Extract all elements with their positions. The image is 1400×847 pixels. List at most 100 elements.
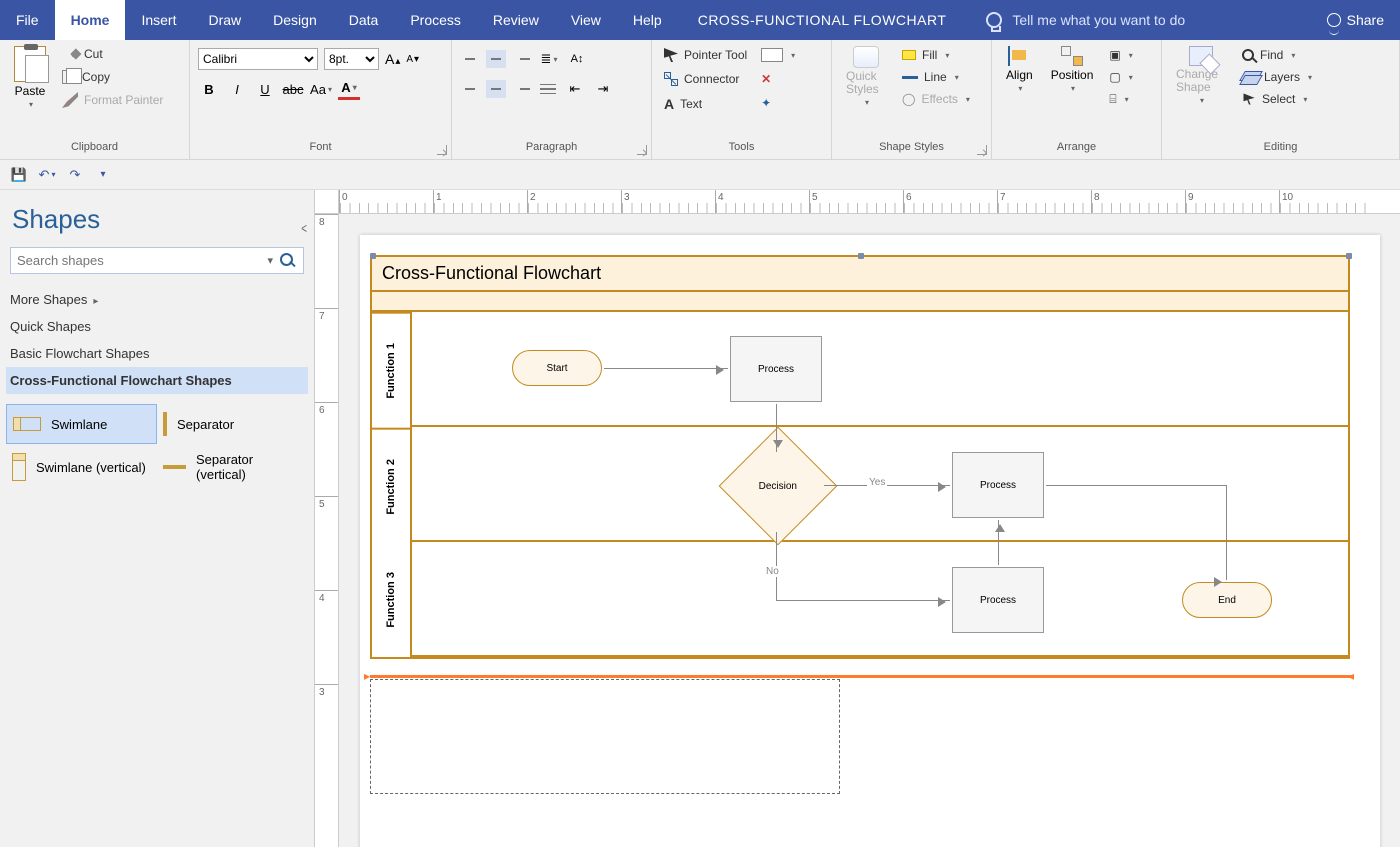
search-input[interactable] <box>17 250 265 271</box>
quick-styles-button[interactable]: Quick Styles▾ <box>840 44 892 141</box>
case-button[interactable]: Aa▾ <box>310 78 332 100</box>
tab-help[interactable]: Help <box>617 0 678 40</box>
group-button[interactable]: ⌸▾ <box>1105 90 1136 109</box>
ruler-corner <box>315 190 339 214</box>
shape-separator[interactable]: Separator <box>157 404 308 444</box>
delete-conn-button[interactable]: ✕ <box>757 70 799 88</box>
stencil-basic-flowchart[interactable]: Basic Flowchart Shapes <box>6 340 308 367</box>
tab-home[interactable]: Home <box>55 0 126 40</box>
drawing-page[interactable]: Cross-Functional Flowchart Function 1 Fu… <box>360 235 1380 847</box>
sel-handle[interactable] <box>858 253 864 259</box>
effects-label: Effects <box>921 92 957 106</box>
collapse-panel-button[interactable]: < <box>301 220 307 236</box>
indent-decrease-button[interactable]: ⇤ <box>564 78 586 100</box>
font-family-select[interactable]: Calibri <box>198 48 318 70</box>
shape-end[interactable]: End <box>1182 582 1272 618</box>
indent-increase-button[interactable]: ⇥ <box>592 78 614 100</box>
bold-button[interactable]: B <box>198 78 220 100</box>
search-box[interactable]: ▾ <box>10 247 304 274</box>
align-right-button[interactable] <box>512 80 532 98</box>
shape-process-1[interactable]: Process <box>730 336 822 402</box>
ribbon-group-paragraph: ≣▾ A↕ ⇤ ⇥ Paragraph <box>452 40 652 159</box>
tab-view[interactable]: View <box>555 0 617 40</box>
text-direction-button[interactable]: A↕ <box>566 48 588 70</box>
copy-button[interactable]: Copy <box>58 68 167 86</box>
shape-start[interactable]: Start <box>512 350 602 386</box>
bring-front-button[interactable]: ▣▾ <box>1105 46 1136 64</box>
lane-label-3[interactable]: Function 3 <box>372 543 410 657</box>
shape-separator-vert[interactable]: Separator (vertical) <box>157 444 308 490</box>
style-dialog-launcher[interactable] <box>977 145 987 155</box>
align-left-button[interactable] <box>460 80 480 98</box>
qat-customize-button[interactable]: ▾ <box>94 166 112 184</box>
cross-functional-container[interactable]: Cross-Functional Flowchart Function 1 Fu… <box>370 255 1350 659</box>
strike-button[interactable]: abc <box>282 78 304 100</box>
tab-review[interactable]: Review <box>477 0 555 40</box>
sel-handle[interactable] <box>370 253 376 259</box>
connector-tool-button[interactable]: Connector <box>660 70 751 88</box>
effects-button[interactable]: ◯Effects▾ <box>898 90 974 108</box>
shape-process-3[interactable]: Process <box>952 567 1044 633</box>
tell-me-search[interactable]: Tell me what you want to do <box>966 0 1310 40</box>
paragraph-dialog-launcher[interactable] <box>637 145 647 155</box>
layers-button[interactable]: Layers▾ <box>1238 68 1316 86</box>
tab-insert[interactable]: Insert <box>125 0 192 40</box>
redo-button[interactable]: ↷ <box>66 166 84 184</box>
bulb-icon <box>986 12 1002 28</box>
send-back-button[interactable]: ▢▾ <box>1105 68 1136 86</box>
align-justify-button[interactable] <box>538 80 558 98</box>
decrease-font-button[interactable]: A▾ <box>406 54 419 65</box>
tab-draw[interactable]: Draw <box>192 0 257 40</box>
bullets-button[interactable]: ≣▾ <box>538 48 560 70</box>
format-painter-button[interactable]: Format Painter <box>58 90 167 110</box>
lane-label-1[interactable]: Function 1 <box>372 312 410 428</box>
insertion-guide[interactable] <box>370 675 1352 678</box>
shape-swimlane-vert[interactable]: Swimlane (vertical) <box>6 444 157 490</box>
save-button[interactable]: 💾 <box>10 166 28 184</box>
tab-file[interactable]: File <box>0 0 55 40</box>
select-button[interactable]: Select▾ <box>1238 90 1316 108</box>
font-color-button[interactable]: A▾ <box>338 78 360 100</box>
shape-swimlane[interactable]: Swimlane <box>6 404 157 444</box>
conn-point-button[interactable]: ✦ <box>757 94 799 112</box>
stencil-cross-functional[interactable]: Cross-Functional Flowchart Shapes <box>6 367 308 394</box>
rect-tool-button[interactable]: ▾ <box>757 46 799 64</box>
shape-process-2[interactable]: Process <box>952 452 1044 518</box>
text-tool-button[interactable]: AText <box>660 94 751 114</box>
position-button[interactable]: Position▾ <box>1045 44 1100 141</box>
pointer-tool-button[interactable]: Pointer Tool <box>660 46 751 64</box>
stencil-more-shapes[interactable]: More Shapes▸ <box>6 286 308 313</box>
drawing-canvas[interactable]: 012345678910 876543 Cross-Functional Flo… <box>315 190 1400 847</box>
fill-button[interactable]: Fill▾ <box>898 46 974 64</box>
cff-title[interactable]: Cross-Functional Flowchart <box>372 257 1348 292</box>
underline-button[interactable]: U <box>254 78 276 100</box>
align-button[interactable]: Align▾ <box>1000 44 1039 141</box>
change-shape-button[interactable]: Change Shape▾ <box>1170 44 1232 141</box>
paste-button[interactable]: Paste ▾ <box>8 44 52 141</box>
font-dialog-launcher[interactable] <box>437 145 447 155</box>
tab-process[interactable]: Process <box>394 0 477 40</box>
font-size-select[interactable]: 8pt. <box>324 48 379 70</box>
find-icon <box>1242 49 1254 61</box>
tab-design[interactable]: Design <box>257 0 333 40</box>
drop-preview[interactable] <box>370 679 840 794</box>
undo-button[interactable]: ↶▾ <box>38 166 56 184</box>
cff-phase-bar[interactable] <box>372 292 1348 312</box>
align-top-button[interactable] <box>460 50 480 68</box>
italic-button[interactable]: I <box>226 78 248 100</box>
share-button[interactable]: Share <box>1311 0 1400 40</box>
align-bottom-button[interactable] <box>512 50 532 68</box>
line-icon <box>902 76 918 79</box>
find-button[interactable]: Find▾ <box>1238 46 1316 64</box>
align-center-button[interactable] <box>486 80 506 98</box>
sel-handle[interactable] <box>1346 253 1352 259</box>
tab-data[interactable]: Data <box>333 0 395 40</box>
lanes-area[interactable]: Start Process Decision Process Process E… <box>412 312 1348 657</box>
increase-font-button[interactable]: A▴ <box>385 51 400 67</box>
lane-label-2[interactable]: Function 2 <box>372 428 410 544</box>
line-button[interactable]: Line▾ <box>898 68 974 86</box>
cut-button[interactable]: Cut <box>58 44 167 64</box>
stencil-quick-shapes[interactable]: Quick Shapes <box>6 313 308 340</box>
shape-start-label: Start <box>546 363 567 374</box>
align-middle-button[interactable] <box>486 50 506 68</box>
